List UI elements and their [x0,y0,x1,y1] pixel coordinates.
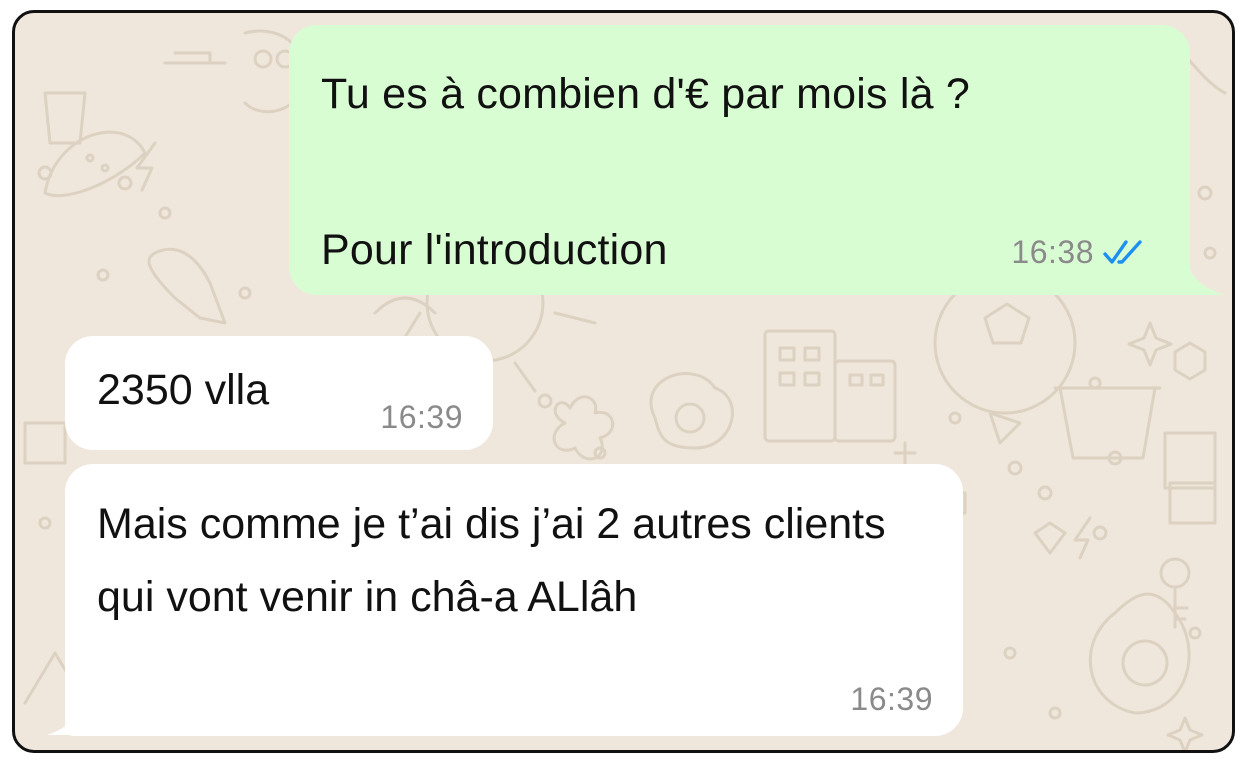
incoming-message-bubble[interactable]: Mais comme je t’ai dis j’ai 2 autres cli… [65,464,963,736]
message-meta: 16:39 [850,681,933,718]
incoming-message-bubble[interactable]: 2350 vlla 16:39 [65,336,493,450]
message-text: Tu es à combien d'€ par mois là ? Pour l… [321,70,970,274]
message-text: Mais comme je t’ai dis j’ai 2 autres cli… [97,500,886,621]
message-meta: 16:39 [380,399,463,436]
message-timestamp: 16:38 [1011,234,1094,270]
message-meta: 16:38 [1011,234,1146,271]
message-text: 2350 vlla [97,366,270,414]
outgoing-bubble-tail [1175,267,1225,295]
message-timestamp: 16:39 [850,681,933,717]
chat-window: Tu es à combien d'€ par mois là ? Pour l… [12,10,1235,753]
incoming-bubble-tail [47,707,95,735]
double-check-icon [1103,239,1142,264]
outgoing-message-bubble[interactable]: Tu es à combien d'€ par mois là ? Pour l… [289,25,1190,295]
message-timestamp: 16:39 [380,399,463,435]
